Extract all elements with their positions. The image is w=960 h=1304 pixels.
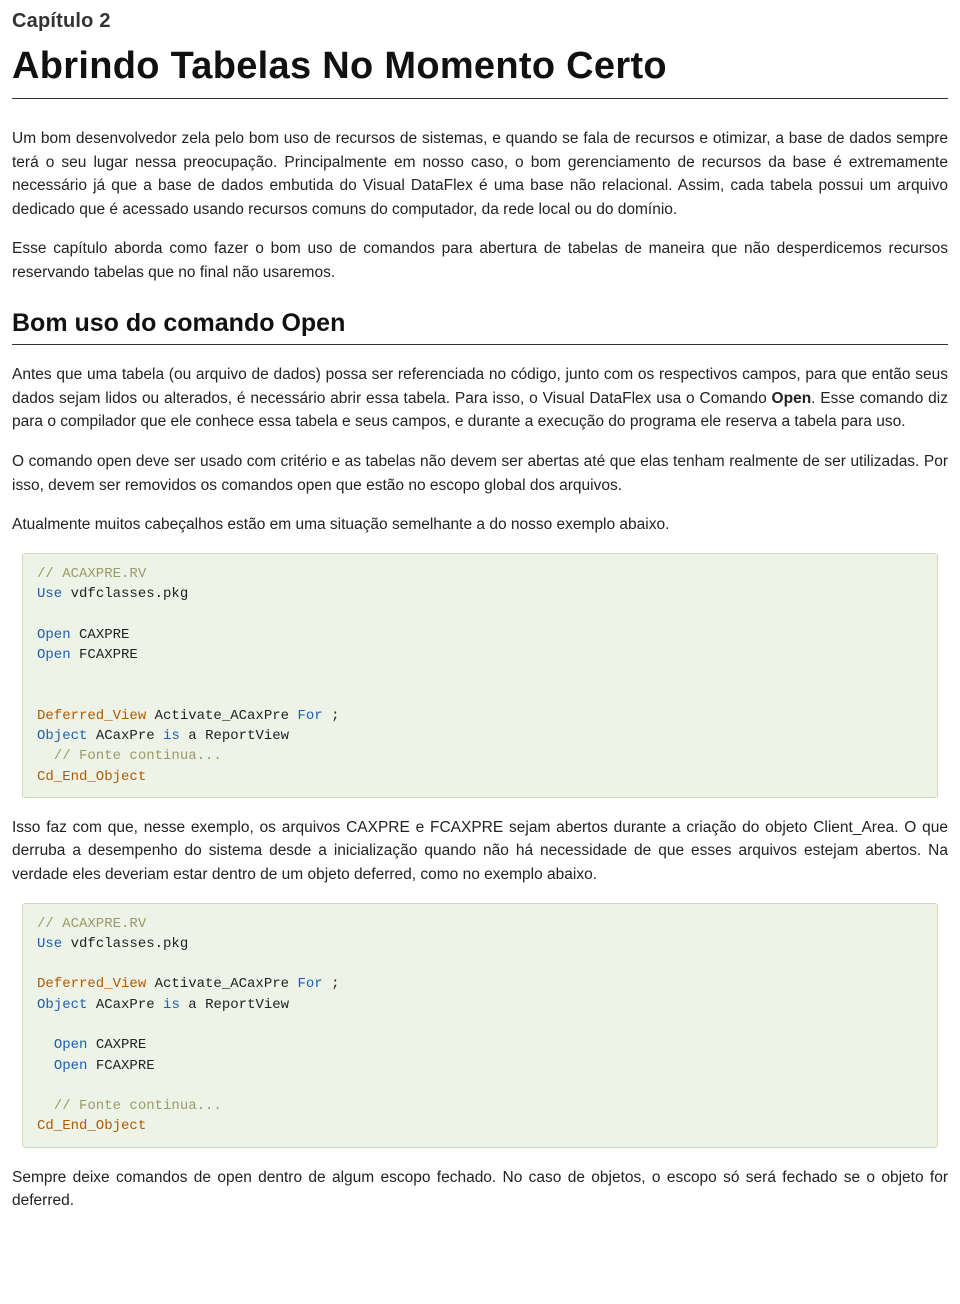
- code-text: a ReportView: [180, 997, 289, 1013]
- code-def: Deferred_View: [37, 708, 146, 724]
- code-text: vdfclasses.pkg: [62, 586, 188, 602]
- code-comment: // Fonte continua...: [37, 748, 222, 764]
- code-text: a ReportView: [180, 728, 289, 744]
- code-comment: // Fonte continua...: [37, 1098, 222, 1114]
- code-text: CAXPRE: [71, 627, 130, 643]
- section-heading: Bom uso do comando Open: [12, 307, 948, 346]
- code-keyword: Object: [37, 997, 87, 1013]
- code-text: CAXPRE: [87, 1037, 146, 1053]
- section-paragraph-1: Antes que uma tabela (ou arquivo de dado…: [12, 363, 948, 434]
- code-indent: [37, 1058, 54, 1074]
- code-keyword: For: [297, 708, 322, 724]
- section-paragraph-3: Atualmente muitos cabeçalhos estão em um…: [12, 513, 948, 537]
- code-keyword: Open: [37, 627, 71, 643]
- code-keyword: Open: [54, 1058, 88, 1074]
- open-keyword: Open: [772, 390, 812, 407]
- page-title: Abrindo Tabelas No Momento Certo: [12, 41, 948, 99]
- code-def: Cd_End_Object: [37, 1118, 146, 1134]
- code-keyword: Open: [54, 1037, 88, 1053]
- code-block-1: // ACAXPRE.RV Use vdfclasses.pkg Open CA…: [22, 553, 938, 798]
- code-text: ;: [323, 708, 340, 724]
- code-text: FCAXPRE: [71, 647, 138, 663]
- section-paragraph-5: Sempre deixe comandos de open dentro de …: [12, 1166, 948, 1213]
- code-text: Activate_ACaxPre: [146, 976, 297, 992]
- code-keyword: is: [163, 728, 180, 744]
- code-keyword: For: [297, 976, 322, 992]
- code-block-2: // ACAXPRE.RV Use vdfclasses.pkg Deferre…: [22, 903, 938, 1148]
- code-comment: // ACAXPRE.RV: [37, 566, 146, 582]
- code-indent: [37, 1037, 54, 1053]
- code-keyword: Use: [37, 936, 62, 952]
- code-def: Deferred_View: [37, 976, 146, 992]
- code-text: Activate_ACaxPre: [146, 708, 297, 724]
- code-keyword: is: [163, 997, 180, 1013]
- code-text: ;: [323, 976, 340, 992]
- code-text: vdfclasses.pkg: [62, 936, 188, 952]
- intro-paragraph-1: Um bom desenvolvedor zela pelo bom uso d…: [12, 127, 948, 221]
- code-comment: // ACAXPRE.RV: [37, 916, 146, 932]
- code-def: Cd_End_Object: [37, 769, 146, 785]
- code-keyword: Open: [37, 647, 71, 663]
- code-text: FCAXPRE: [87, 1058, 154, 1074]
- code-text: ACaxPre: [87, 728, 163, 744]
- code-keyword: Object: [37, 728, 87, 744]
- code-keyword: Use: [37, 586, 62, 602]
- intro-paragraph-2: Esse capítulo aborda como fazer o bom us…: [12, 237, 948, 284]
- chapter-label: Capítulo 2: [12, 8, 948, 35]
- section-paragraph-2: O comando open deve ser usado com critér…: [12, 450, 948, 497]
- section-paragraph-4: Isso faz com que, nesse exemplo, os arqu…: [12, 816, 948, 887]
- code-text: ACaxPre: [87, 997, 163, 1013]
